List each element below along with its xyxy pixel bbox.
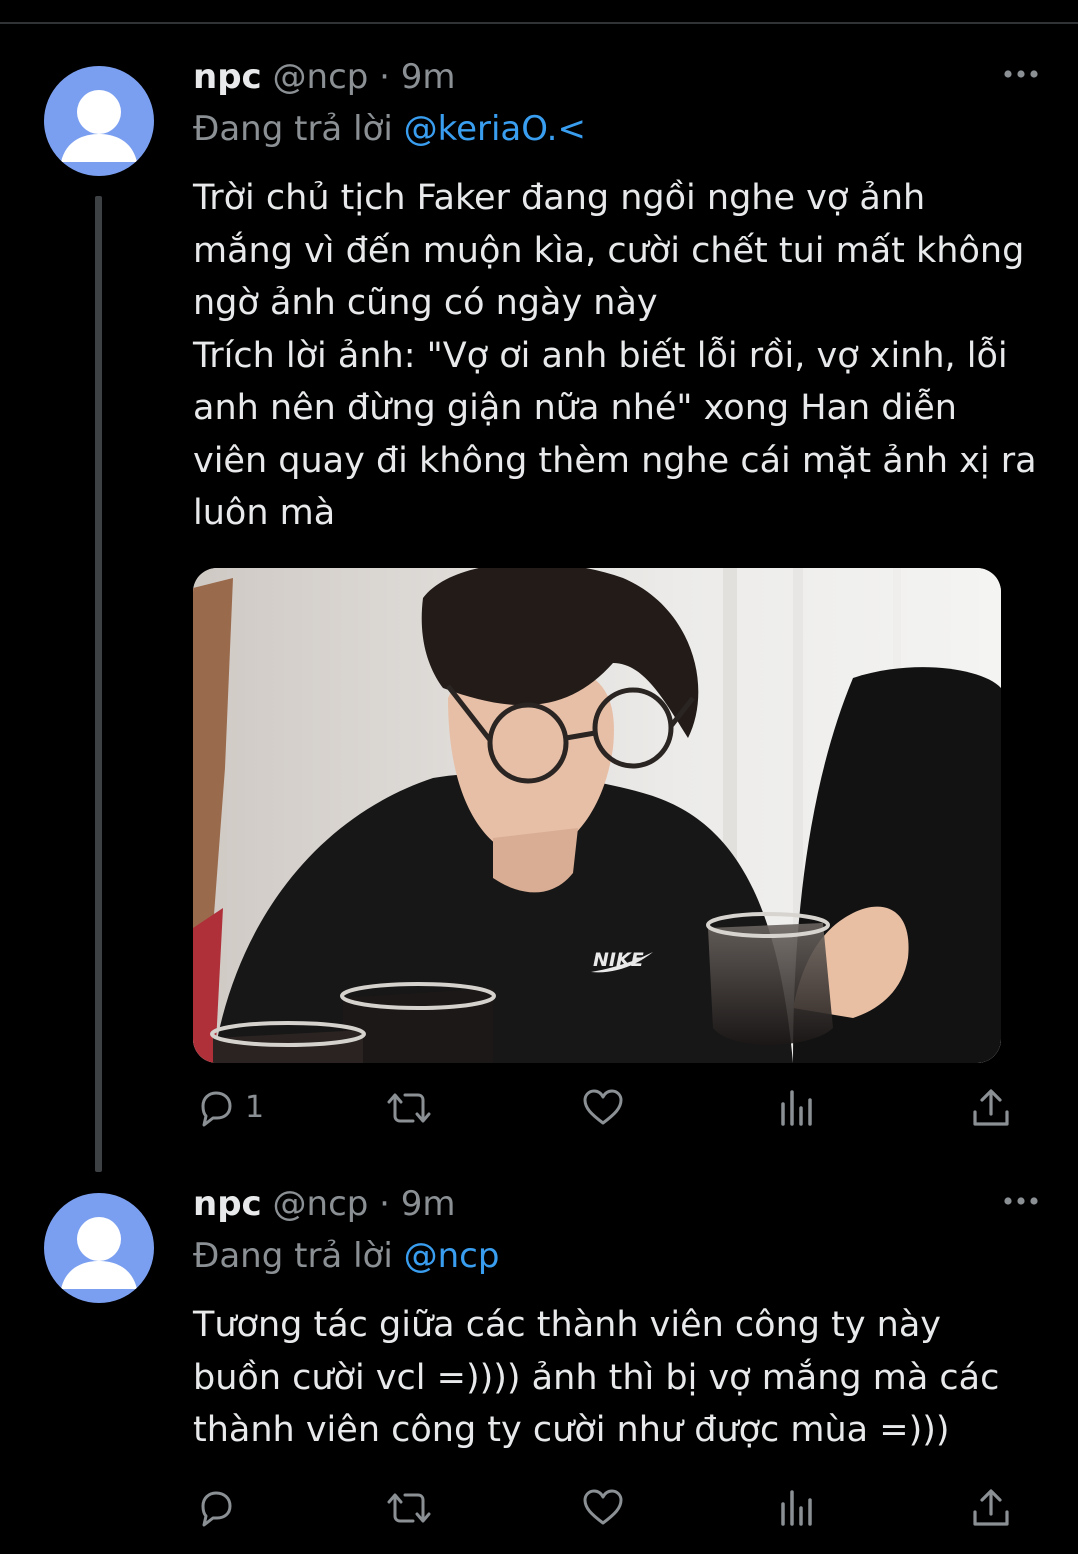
reply-bubble-icon: [201, 1491, 232, 1527]
photo-illustration: NIKE: [193, 568, 1001, 1063]
tweet-header: npc @ncp · 9m: [193, 54, 456, 100]
reply-count: 1: [245, 1090, 265, 1125]
more-button[interactable]: [996, 62, 1046, 86]
analytics-bars-icon: [781, 1490, 812, 1526]
retweet-icon: [387, 1493, 431, 1523]
tweet-2[interactable]: npc @ncp · 9m Đang trả lời @ncp Tương tá…: [0, 1170, 1078, 1554]
share-button[interactable]: [971, 1083, 1011, 1133]
replying-to-handle[interactable]: @ncp: [404, 1236, 500, 1276]
avatar[interactable]: [44, 1193, 154, 1303]
replying-to: Đang trả lời @ncp: [193, 1233, 499, 1279]
timestamp[interactable]: 9m: [401, 57, 456, 97]
timestamp[interactable]: 9m: [401, 1184, 456, 1224]
more-horizontal-icon: [1004, 1197, 1038, 1205]
tweet-1[interactable]: npc @ncp · 9m Đang trả lời @keriaO.< Trờ…: [0, 0, 1078, 1172]
like-button[interactable]: [581, 1083, 625, 1133]
share-upload-icon: [973, 1089, 1009, 1126]
retweet-button[interactable]: [385, 1083, 433, 1133]
tweet-text: Tương tác giữa các thành viên công ty nà…: [193, 1305, 1000, 1450]
display-name[interactable]: npc: [193, 1184, 262, 1224]
replying-to-label: Đang trả lời: [193, 109, 393, 149]
user-handle[interactable]: @ncp: [273, 1184, 369, 1224]
tweet-header: npc @ncp · 9m: [193, 1181, 456, 1227]
replying-to-label: Đang trả lời: [193, 1236, 393, 1276]
replying-to: Đang trả lời @keriaO.<: [193, 106, 586, 152]
thread-line: [95, 196, 102, 1172]
reply-bubble-icon: [201, 1091, 232, 1127]
separator-dot: ·: [379, 57, 390, 97]
more-horizontal-icon: [1004, 70, 1038, 78]
replying-to-handle[interactable]: @keriaO.<: [404, 109, 586, 149]
default-user-icon: [61, 90, 137, 162]
retweet-icon: [387, 1093, 431, 1123]
retweet-button[interactable]: [385, 1483, 433, 1533]
analytics-bars-icon: [781, 1090, 812, 1126]
separator-dot: ·: [379, 1184, 390, 1224]
heart-icon: [583, 1089, 623, 1125]
user-handle[interactable]: @ncp: [273, 57, 369, 97]
tweet-media-photo[interactable]: NIKE: [193, 568, 1001, 1063]
like-button[interactable]: [581, 1483, 625, 1533]
tweet-text: Trời chủ tịch Faker đang ngồi nghe vợ ản…: [193, 178, 1037, 533]
heart-icon: [583, 1489, 623, 1525]
share-button[interactable]: [971, 1483, 1011, 1533]
avatar[interactable]: [44, 66, 154, 176]
display-name[interactable]: npc: [193, 57, 262, 97]
default-user-icon: [61, 1217, 137, 1289]
reply-button[interactable]: 1: [193, 1083, 264, 1133]
views-button[interactable]: [777, 1083, 817, 1133]
reply-button[interactable]: [193, 1483, 237, 1533]
tweet-actions: 1: [193, 1083, 1033, 1133]
views-button[interactable]: [777, 1483, 817, 1533]
more-button[interactable]: [996, 1189, 1046, 1213]
tweet-actions: [193, 1483, 1033, 1533]
share-upload-icon: [973, 1489, 1009, 1526]
